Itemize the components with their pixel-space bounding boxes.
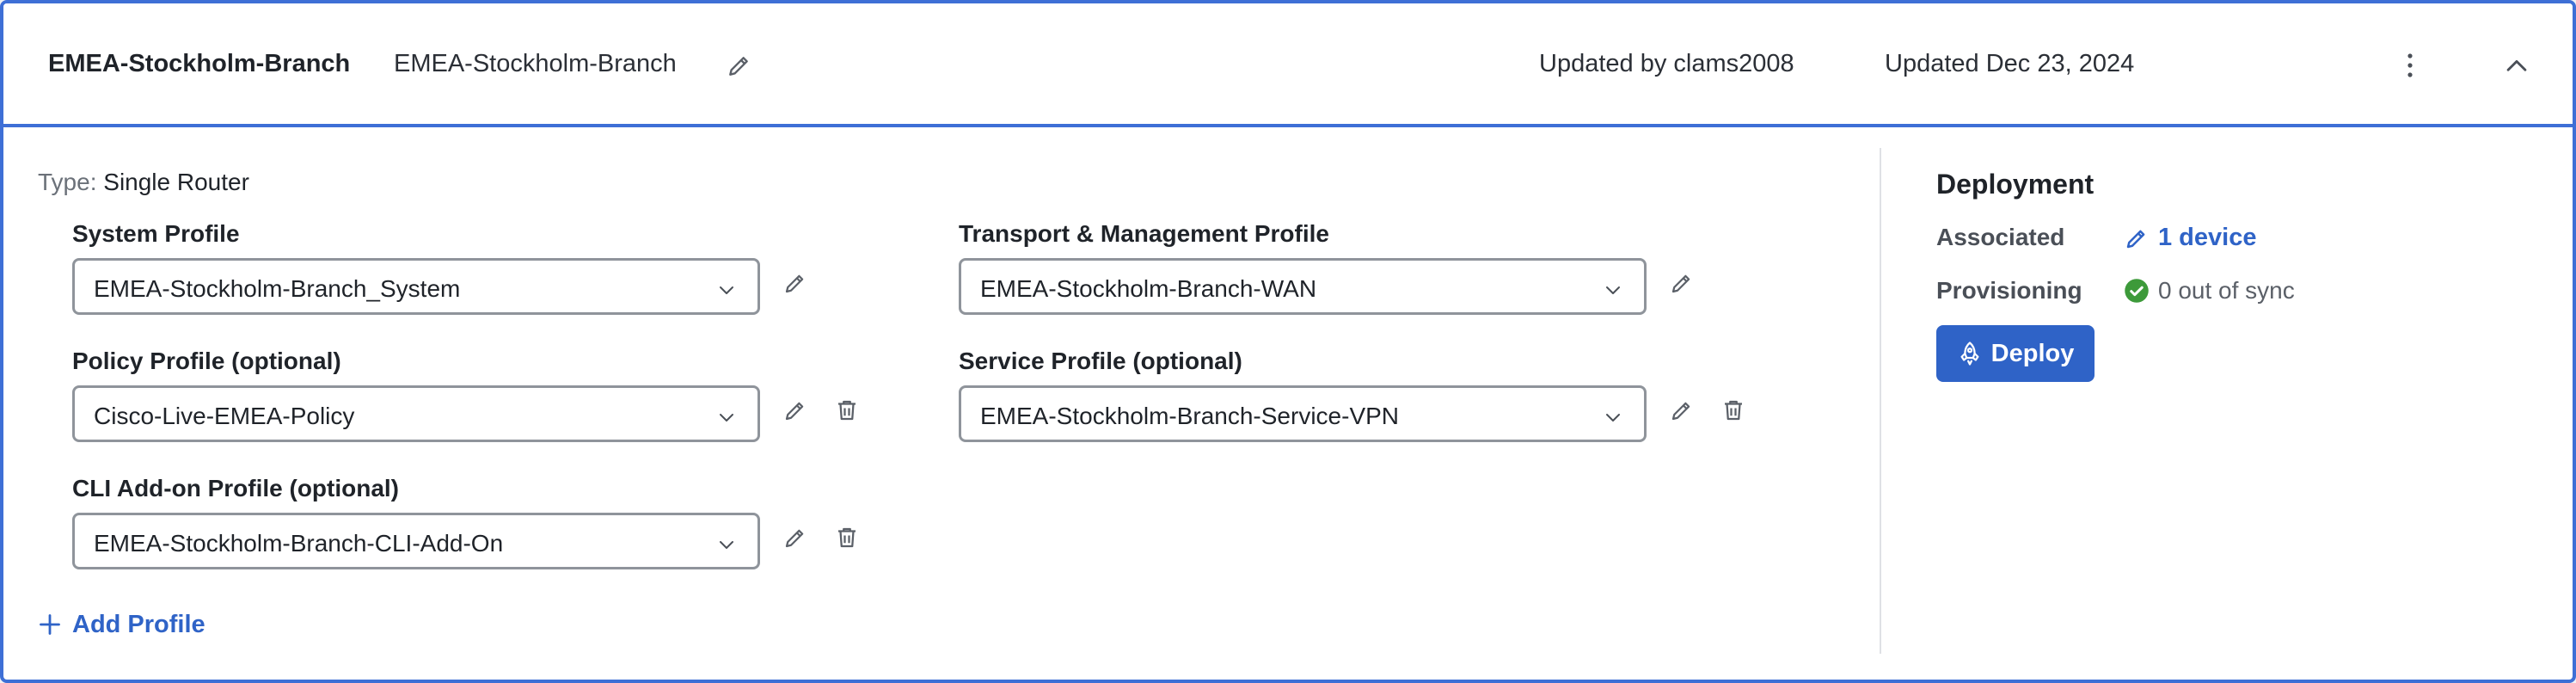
provisioning-value: 0 out of sync <box>2158 277 2295 304</box>
deploy-button[interactable]: Deploy <box>1936 325 2095 382</box>
card-header[interactable]: EMEA-Stockholm-Branch EMEA-Stockholm-Bra… <box>3 3 2573 127</box>
provisioning-label: Provisioning <box>1936 277 2082 304</box>
edit-policy-profile-button[interactable] <box>782 397 812 427</box>
transport-profile-select[interactable]: EMEA-Stockholm-Branch-WAN <box>959 258 1647 315</box>
chevron-down-icon <box>1606 286 1620 294</box>
trash-icon <box>838 400 856 421</box>
deploy-label: Deploy <box>1990 339 2075 367</box>
device-type: Type: Single Router <box>38 169 249 196</box>
section-divider <box>1880 148 1881 654</box>
pencil-icon <box>729 57 748 76</box>
config-group-card: EMEA-Stockholm-Branch EMEA-Stockholm-Bra… <box>0 0 2576 683</box>
system-profile-select[interactable]: EMEA-Stockholm-Branch_System <box>72 258 760 315</box>
deployment-title: Deployment <box>1936 169 2095 200</box>
pencil-icon <box>2126 230 2145 248</box>
service-profile-select[interactable]: EMEA-Stockholm-Branch-Service-VPN <box>959 385 1647 442</box>
cli-profile-value: EMEA-Stockholm-Branch-CLI-Add-On <box>94 530 504 557</box>
edit-service-profile-button[interactable] <box>1669 397 1698 427</box>
device-type-label: Type: <box>38 169 97 195</box>
config-group-name: EMEA-Stockholm-Branch <box>48 50 351 77</box>
pencil-icon <box>785 529 804 548</box>
kebab-icon <box>2407 53 2413 77</box>
device-type-value: Single Router <box>103 169 249 195</box>
more-actions-button[interactable] <box>2397 48 2423 83</box>
edit-transport-profile-button[interactable] <box>1669 270 1698 299</box>
config-group-description: EMEA-Stockholm-Branch <box>394 50 677 77</box>
associated-value: 1 device <box>2158 224 2257 251</box>
policy-profile-label: Policy Profile (optional) <box>72 348 341 374</box>
chevron-down-icon <box>720 414 733 421</box>
pencil-icon <box>1671 274 1690 293</box>
associated-devices-link[interactable]: 1 device <box>2124 224 2256 252</box>
policy-profile-select[interactable]: Cisco-Live-EMEA-Policy <box>72 385 760 442</box>
service-profile-value: EMEA-Stockholm-Branch-Service-VPN <box>980 403 1400 429</box>
updated-date: Updated Dec 23, 2024 <box>1885 50 2135 77</box>
cli-profile-label: CLI Add-on Profile (optional) <box>72 475 400 501</box>
plus-icon <box>40 614 60 635</box>
edit-system-profile-button[interactable] <box>782 270 812 299</box>
service-profile-label: Service Profile (optional) <box>959 348 1242 374</box>
provisioning-status: 0 out of sync <box>2124 277 2295 305</box>
system-profile-label: System Profile <box>72 220 240 247</box>
transport-profile-value: EMEA-Stockholm-Branch-WAN <box>980 275 1317 302</box>
add-profile-label: Add Profile <box>72 610 205 638</box>
system-profile-value: EMEA-Stockholm-Branch_System <box>94 275 461 302</box>
chevron-down-icon <box>1606 414 1620 421</box>
rocket-icon <box>1960 342 1979 366</box>
pencil-icon <box>785 402 804 421</box>
collapse-button[interactable] <box>2502 52 2531 81</box>
updated-by: Updated by clams2008 <box>1539 50 1794 77</box>
add-profile-button[interactable]: Add Profile <box>38 609 205 640</box>
trash-icon <box>1725 400 1742 421</box>
trash-icon <box>838 527 856 548</box>
edit-cli-profile-button[interactable] <box>782 525 812 554</box>
cli-profile-select[interactable]: EMEA-Stockholm-Branch-CLI-Add-On <box>72 513 760 569</box>
transport-profile-label: Transport & Management Profile <box>959 220 1329 247</box>
policy-profile-value: Cisco-Live-EMEA-Policy <box>94 403 355 429</box>
edit-description-button[interactable] <box>726 52 753 79</box>
chevron-up-icon <box>2506 59 2527 71</box>
chevron-down-icon <box>720 541 733 549</box>
chevron-down-icon <box>720 286 733 294</box>
pencil-icon <box>785 274 804 293</box>
associated-label: Associated <box>1936 224 2065 250</box>
delete-service-profile-button[interactable] <box>1720 397 1750 427</box>
delete-policy-profile-button[interactable] <box>834 397 863 427</box>
pencil-icon <box>1671 402 1690 421</box>
check-circle-icon <box>2125 279 2149 303</box>
delete-cli-profile-button[interactable] <box>834 525 863 554</box>
